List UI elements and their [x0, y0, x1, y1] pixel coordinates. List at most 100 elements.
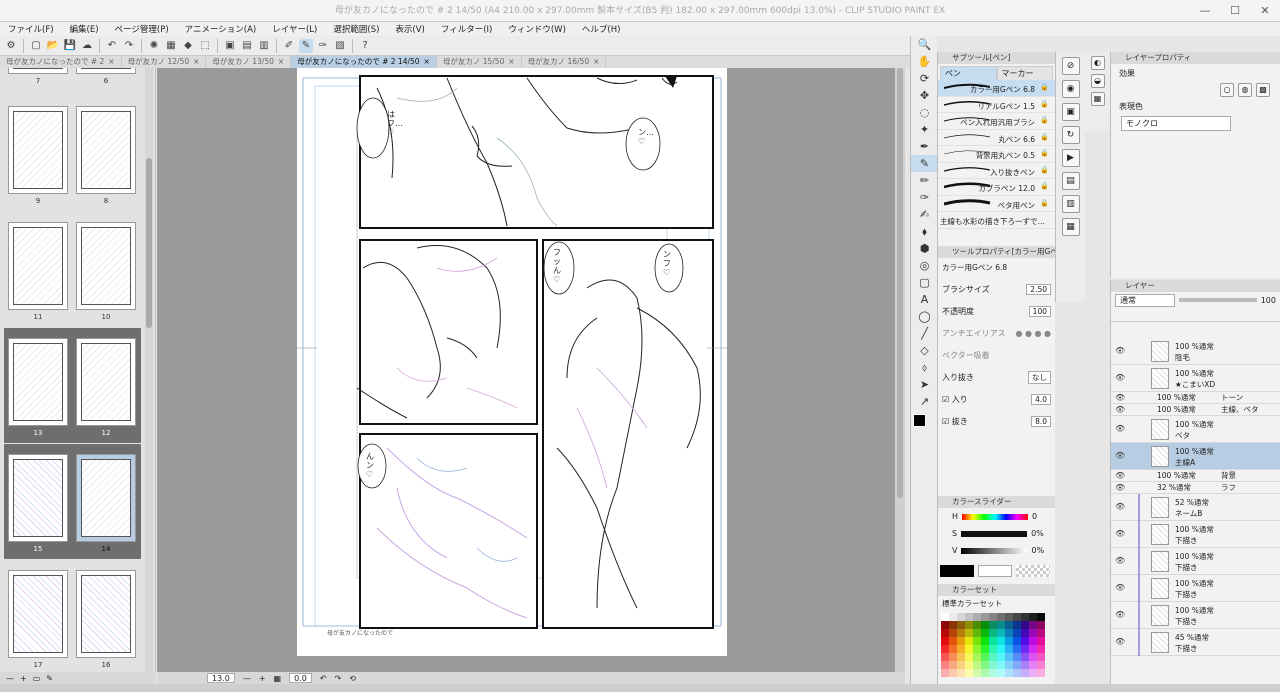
crop-icon[interactable]: ⬚: [198, 39, 212, 53]
page-thumbnail[interactable]: [76, 338, 136, 426]
visibility-eye-icon[interactable]: 👁: [1115, 583, 1125, 592]
color-swatch[interactable]: [965, 661, 973, 669]
color-swatch[interactable]: [957, 629, 965, 637]
visibility-eye-icon[interactable]: 👁: [1115, 610, 1125, 619]
antialias-row[interactable]: アンチエイリアス ● ● ● ●: [938, 322, 1055, 344]
brush-size-field[interactable]: 2.50: [1026, 283, 1051, 295]
color-swatch[interactable]: [981, 613, 989, 621]
color-swatch[interactable]: [1029, 621, 1037, 629]
sub-color-preview[interactable]: [978, 565, 1012, 577]
layer-row[interactable]: 👁 100 %通常 陰毛: [1111, 338, 1280, 365]
close-button[interactable]: ✕: [1250, 0, 1280, 22]
cloud-icon[interactable]: ☁: [80, 39, 94, 53]
menu-help[interactable]: ヘルプ(H): [582, 23, 621, 35]
rotate-tool-icon[interactable]: ⟳: [911, 70, 938, 87]
hue-value[interactable]: 0: [1032, 512, 1037, 521]
zoom-out-button[interactable]: —: [6, 674, 14, 683]
doc-tab[interactable]: 母が友カノ 12/50 ×: [122, 56, 207, 68]
color-swatch[interactable]: [1029, 653, 1037, 661]
move-tool-icon[interactable]: ✥: [911, 87, 938, 104]
undo-icon[interactable]: ↶: [105, 39, 119, 53]
value-value[interactable]: 0%: [1031, 546, 1044, 555]
color-swatch[interactable]: [989, 613, 997, 621]
color-swatch[interactable]: [949, 653, 957, 661]
material-icon[interactable]: ▣: [1061, 103, 1080, 121]
rotation-field[interactable]: 0.0: [289, 673, 312, 683]
rotate-left-button[interactable]: ↶: [320, 674, 327, 683]
visibility-eye-icon[interactable]: 👁: [1115, 346, 1125, 355]
eyedropper-icon[interactable]: ✒: [911, 138, 938, 155]
menu-window[interactable]: ウィンドウ(W): [508, 23, 566, 35]
clear-icon[interactable]: ✺: [147, 39, 161, 53]
color-swatch[interactable]: [1029, 661, 1037, 669]
layer-row[interactable]: 👁 100 %通常 ベタ: [1111, 416, 1280, 443]
color-swatch[interactable]: [941, 661, 949, 669]
doc-tab[interactable]: 母が友カノになったので # 2 ×: [0, 56, 122, 68]
menu-edit[interactable]: 編集(E): [70, 23, 99, 35]
close-icon[interactable]: ×: [424, 56, 430, 68]
color-swatch[interactable]: [981, 621, 989, 629]
color-swatch[interactable]: [949, 637, 957, 645]
new-file-icon[interactable]: ▢: [29, 39, 43, 53]
page-thumbnail[interactable]: [8, 570, 68, 658]
page-thumbnail[interactable]: [8, 338, 68, 426]
color-swatch[interactable]: [949, 661, 957, 669]
color-swatch[interactable]: [973, 621, 981, 629]
page-thumbnail[interactable]: [76, 106, 136, 194]
hand-tool-icon[interactable]: ✋: [911, 53, 938, 70]
tab-pen[interactable]: ペン: [940, 66, 997, 80]
color-swatch[interactable]: [941, 637, 949, 645]
color-swatch[interactable]: [957, 637, 965, 645]
select-all-icon[interactable]: ▣: [223, 39, 237, 53]
color-swatch[interactable]: [965, 621, 973, 629]
sidebar-scrollbar[interactable]: [145, 68, 153, 672]
color-swatch[interactable]: [981, 637, 989, 645]
brush-tool-icon[interactable]: ✑: [911, 189, 938, 206]
color-swatch[interactable]: [973, 637, 981, 645]
visibility-eye-icon[interactable]: 👁: [1115, 471, 1125, 480]
snap-special-ruler-icon[interactable]: ✎: [299, 38, 313, 53]
page-thumbnail[interactable]: [76, 68, 136, 74]
color-swatch[interactable]: [1013, 669, 1021, 677]
visibility-eye-icon[interactable]: 👁: [1115, 373, 1125, 382]
reset-rotation-button[interactable]: ⟲: [349, 674, 356, 683]
color-swatch[interactable]: [1021, 645, 1029, 653]
page-spread[interactable]: 9 8: [4, 96, 141, 211]
blend-mode-select[interactable]: 通常: [1115, 293, 1175, 307]
color-swatch[interactable]: [1013, 653, 1021, 661]
color-swatch[interactable]: [1005, 621, 1013, 629]
color-swatch[interactable]: [973, 613, 981, 621]
color-swatch[interactable]: [941, 669, 949, 677]
color-swatch[interactable]: [949, 669, 957, 677]
brush-item[interactable]: 丸ペン 6.6 🔒: [938, 130, 1055, 146]
manga-page[interactable]: はフ…♡ ン…♡ フッん♡ ンフ♡ んン♡ 母が友カノになったので: [297, 68, 727, 656]
color-swatch[interactable]: [1029, 629, 1037, 637]
color-swatch[interactable]: [989, 629, 997, 637]
save-icon[interactable]: 💾: [63, 39, 77, 53]
layer-folder-row[interactable]: 👁 100 %通常 背景: [1111, 470, 1280, 482]
visibility-eye-icon[interactable]: 👁: [1115, 637, 1125, 646]
page-thumbnail[interactable]: [8, 222, 68, 310]
color-swatch[interactable]: [941, 645, 949, 653]
view-mode-button[interactable]: ▭: [33, 674, 41, 683]
color-swatch[interactable]: [1013, 629, 1021, 637]
color-swatch[interactable]: [997, 613, 1005, 621]
animation-cel-icon[interactable]: ▦: [1061, 218, 1080, 236]
tone-effect-icon[interactable]: ◍: [1238, 83, 1252, 97]
page-spread-selected[interactable]: 15 14: [4, 444, 141, 559]
color-swatch[interactable]: [997, 621, 1005, 629]
invert-selection-icon[interactable]: ▥: [257, 39, 271, 53]
color-swatch[interactable]: [1021, 653, 1029, 661]
item-bank-icon[interactable]: ▤: [1061, 172, 1080, 190]
current-page-thumbnail[interactable]: [76, 454, 136, 542]
saturation-slider[interactable]: [961, 530, 1028, 537]
snap-ruler-icon[interactable]: ✐: [282, 39, 296, 53]
color-swatch[interactable]: [941, 629, 949, 637]
color-swatch[interactable]: [949, 621, 957, 629]
page-spread-selected[interactable]: 13 12: [4, 328, 141, 443]
fill-icon[interactable]: ▦: [164, 39, 178, 53]
layer-folder-row[interactable]: 👁 32 %通常 ラフ: [1111, 482, 1280, 494]
color-swatch[interactable]: [997, 629, 1005, 637]
settings-icon[interactable]: ⚙: [4, 39, 18, 53]
balloon-tool-icon[interactable]: ◯: [911, 308, 938, 325]
